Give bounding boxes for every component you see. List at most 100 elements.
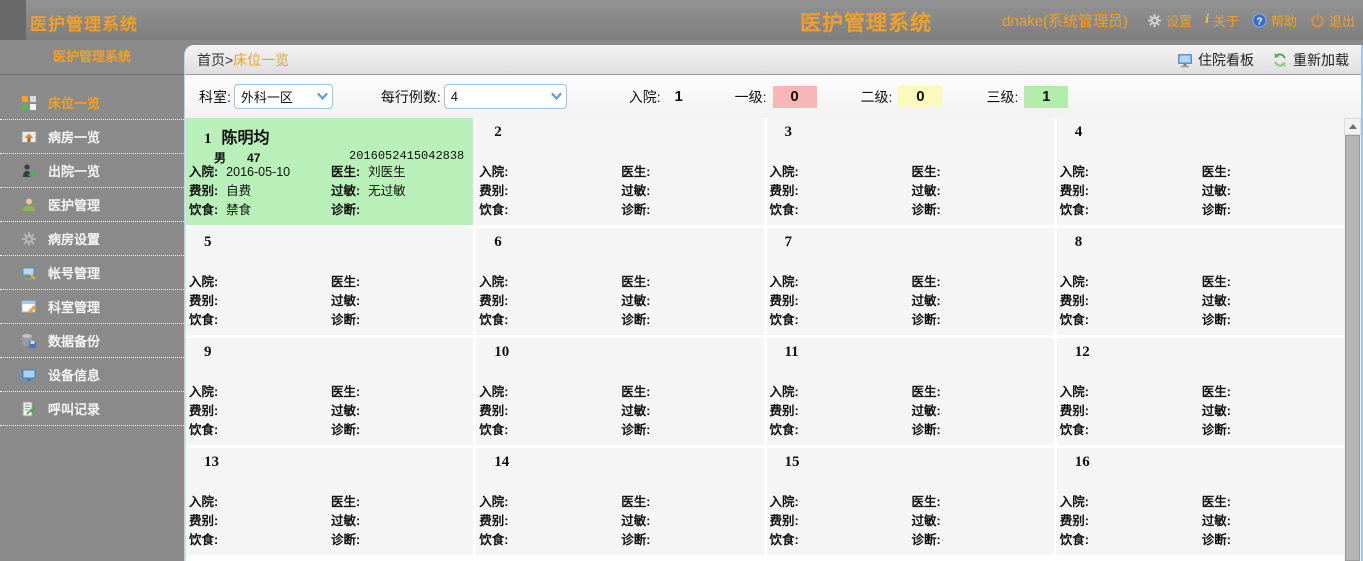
field-fee: 费别: 自费 bbox=[189, 182, 331, 201]
account-monitor-icon bbox=[21, 265, 37, 281]
field-allergy: 过敏: bbox=[912, 292, 1051, 311]
field-allergy: 过敏: bbox=[621, 512, 760, 531]
field-row: 入院: 医生: bbox=[1060, 163, 1341, 182]
bed-card-7[interactable]: 7 入院: 医生: 费别: 过敏: 饮食: 诊断: bbox=[766, 228, 1054, 335]
scroll-up-button[interactable] bbox=[1344, 118, 1361, 135]
field-label: 饮食: bbox=[1059, 423, 1089, 437]
per-row-label: 每行例数: bbox=[380, 88, 441, 105]
field-label: 饮食: bbox=[769, 313, 799, 327]
field-row: 饮食: 禁食 诊断: bbox=[189, 201, 470, 220]
chevron-down-icon bbox=[316, 92, 329, 101]
bed-card-10[interactable]: 10 入院: 医生: 费别: 过敏: 饮食: 诊断: bbox=[476, 338, 764, 445]
field-label: 诊断: bbox=[331, 313, 361, 327]
bed-fields: 入院: 医生: 费别: 过敏: 饮食: 诊断: bbox=[479, 383, 760, 440]
bed-card-3[interactable]: 3 入院: 医生: 费别: 过敏: 饮食: 诊断: bbox=[766, 118, 1054, 225]
sidebar-item-data-backup[interactable]: 数据备份 bbox=[0, 324, 184, 358]
field-allergy: 过敏: bbox=[912, 402, 1051, 421]
bed-card-5[interactable]: 5 入院: 医生: 费别: 过敏: 饮食: 诊断: bbox=[186, 228, 474, 335]
field-row: 饮食: 诊断: bbox=[479, 531, 760, 550]
field-admission: 入院: bbox=[770, 383, 912, 402]
bed-card-13[interactable]: 13 入院: 医生: 费别: 过敏: 饮食: 诊断: bbox=[186, 448, 474, 555]
field-diet: 饮食: bbox=[770, 421, 912, 440]
bed-card-16[interactable]: 16 入院: 医生: 费别: 过敏: 饮食: 诊断: bbox=[1056, 448, 1344, 555]
field-label: 诊断: bbox=[911, 203, 941, 217]
sidebar-item-account-management[interactable]: 帐号管理 bbox=[0, 256, 184, 290]
field-fee: 费别: bbox=[189, 512, 331, 531]
sidebar-item-beds-overview[interactable]: 床位一览 bbox=[0, 86, 184, 120]
field-label: 入院: bbox=[479, 495, 509, 509]
bed-number: 8 bbox=[1074, 234, 1083, 250]
field-row: 费别: 过敏: bbox=[1060, 512, 1341, 531]
sidebar-item-device-info[interactable]: 设备信息 bbox=[0, 358, 184, 392]
filter-bar: 科室: 外科一区 每行例数: 4 入院: 1 一级: 0 二级: 0 三级: 1 bbox=[185, 75, 1361, 120]
field-label: 饮食: bbox=[769, 533, 799, 547]
sidebar-menu: 床位一览 病房一览 出院一览 医护管理 病房设置 帐号管理 科室管理 数据备份 设备信息 呼叫记录 bbox=[0, 75, 184, 426]
dept-select[interactable]: 外科一区 bbox=[233, 84, 333, 109]
bed-card-12[interactable]: 12 入院: 医生: 费别: 过敏: 饮食: 诊断: bbox=[1056, 338, 1344, 445]
sidebar-item-wards-overview[interactable]: 病房一览 bbox=[0, 120, 184, 154]
stat-label: 一级: bbox=[734, 88, 767, 105]
bed-card-head: 14 bbox=[494, 454, 509, 471]
bed-card-9[interactable]: 9 入院: 医生: 费别: 过敏: 饮食: 诊断: bbox=[186, 338, 474, 445]
bed-card-8[interactable]: 8 入院: 医生: 费别: 过敏: 饮食: 诊断: bbox=[1056, 228, 1344, 335]
field-row: 饮食: 诊断: bbox=[189, 311, 470, 330]
vertical-scrollbar[interactable] bbox=[1344, 118, 1361, 561]
field-doctor: 医生: bbox=[912, 273, 1051, 292]
bed-card-15[interactable]: 15 入院: 医生: 费别: 过敏: 饮食: 诊断: bbox=[766, 448, 1054, 555]
field-label: 费别: bbox=[189, 294, 219, 308]
bed-card-head: 11 bbox=[785, 344, 799, 361]
bed-card-2[interactable]: 2 入院: 医生: 费别: 过敏: 饮食: 诊断: bbox=[476, 118, 764, 225]
sidebar-item-ward-settings[interactable]: 病房设置 bbox=[0, 222, 184, 256]
scrollbar-thumb[interactable] bbox=[1345, 135, 1360, 561]
field-row: 入院: 医生: bbox=[770, 163, 1051, 182]
field-value: 2016-05-10 bbox=[226, 165, 291, 179]
field-admission: 入院: bbox=[1060, 273, 1202, 292]
sidebar-item-department-management[interactable]: 科室管理 bbox=[0, 290, 184, 324]
logout-button[interactable]: 退出 bbox=[1310, 11, 1355, 30]
sidebar-title: 医护管理系统 bbox=[0, 40, 184, 75]
field-row: 饮食: 诊断: bbox=[1060, 531, 1341, 550]
field-row: 饮食: 诊断: bbox=[189, 531, 470, 550]
field-allergy: 过敏: bbox=[331, 402, 470, 421]
sidebar-item-discharge-overview[interactable]: 出院一览 bbox=[0, 154, 184, 188]
bed-card-head: 10 bbox=[494, 344, 509, 361]
field-label: 过敏: bbox=[1201, 294, 1231, 308]
settings-button[interactable]: 设置 bbox=[1147, 11, 1192, 30]
bed-card-14[interactable]: 14 入院: 医生: 费别: 过敏: 饮食: 诊断: bbox=[476, 448, 764, 555]
stat-label: 入院: bbox=[628, 88, 661, 105]
field-doctor: 医生: bbox=[621, 273, 760, 292]
field-label: 饮食: bbox=[189, 203, 219, 217]
backup-db-icon bbox=[21, 333, 37, 349]
field-admission: 入院: bbox=[479, 163, 621, 182]
field-label: 入院: bbox=[189, 275, 219, 289]
field-fee: 费别: bbox=[479, 182, 621, 201]
field-diagnosis: 诊断: bbox=[331, 311, 470, 330]
bed-card-4[interactable]: 4 入院: 医生: 费别: 过敏: 饮食: 诊断: bbox=[1056, 118, 1344, 225]
per-row-select[interactable]: 4 bbox=[443, 84, 567, 109]
bed-card-1[interactable]: 1 陈明均 2016052415042838 男 47 入院: 2016-05-10 医生: 刘… bbox=[186, 118, 474, 225]
field-doctor: 医生: bbox=[621, 163, 760, 182]
help-button[interactable]: ? 帮助 bbox=[1252, 11, 1297, 30]
field-diagnosis: 诊断: bbox=[1202, 531, 1341, 550]
field-doctor: 医生: bbox=[331, 383, 470, 402]
dept-select-value: 外科一区 bbox=[240, 90, 293, 105]
bed-card-6[interactable]: 6 入院: 医生: 费别: 过敏: 饮食: 诊断: bbox=[476, 228, 764, 335]
field-label: 医生: bbox=[911, 495, 941, 509]
device-monitor-icon bbox=[21, 367, 37, 383]
stat-value: 0 bbox=[898, 85, 943, 108]
field-label: 诊断: bbox=[621, 423, 651, 437]
breadcrumb-home[interactable]: 首页 bbox=[197, 50, 225, 70]
sidebar-item-staff-management[interactable]: 医护管理 bbox=[0, 188, 184, 222]
field-allergy: 过敏: bbox=[912, 182, 1051, 201]
field-row: 费别: 过敏: bbox=[770, 512, 1051, 531]
reload-button[interactable]: 重新加载 bbox=[1272, 50, 1349, 70]
inpatient-board-button[interactable]: 住院看板 bbox=[1177, 50, 1254, 70]
stat-value: 0 bbox=[772, 85, 817, 108]
bed-card-11[interactable]: 11 入院: 医生: 费别: 过敏: 饮食: 诊断: bbox=[766, 338, 1054, 445]
about-button[interactable]: i 关于 bbox=[1205, 11, 1239, 30]
field-label: 诊断: bbox=[1201, 423, 1231, 437]
field-label: 费别: bbox=[1059, 404, 1089, 418]
header-menu: dnake(系统管理员) 设置 i 关于 ? 帮助 退出 bbox=[1002, 0, 1355, 40]
field-label: 饮食: bbox=[1059, 533, 1089, 547]
sidebar-item-call-records[interactable]: 呼叫记录 bbox=[0, 392, 184, 426]
